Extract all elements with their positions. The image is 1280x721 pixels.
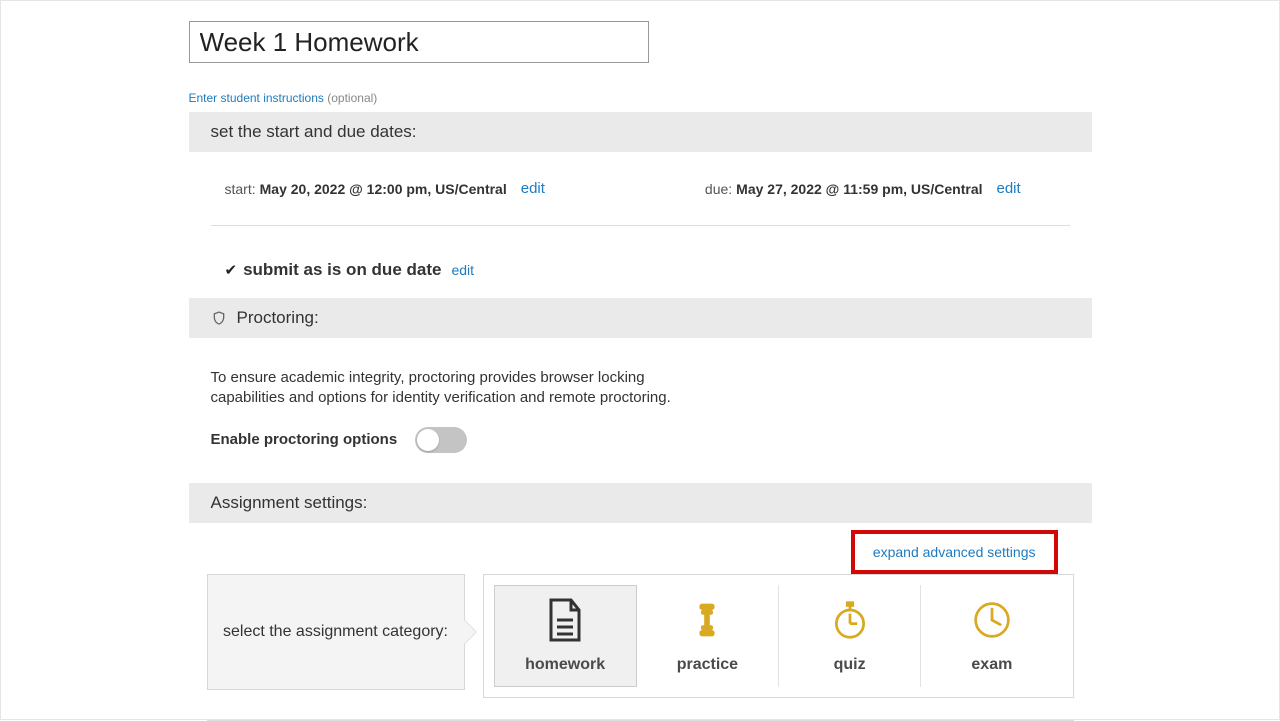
dates-row: start: May 20, 2022 @ 12:00 pm, US/Centr… [189, 152, 1092, 225]
category-label-box: select the assignment category: [207, 574, 465, 690]
expand-advanced-settings-link[interactable]: expand advanced settings [851, 530, 1058, 574]
category-homework-label: homework [525, 656, 605, 674]
start-date-label: start: [225, 181, 256, 197]
start-date-block: start: May 20, 2022 @ 12:00 pm, US/Centr… [225, 180, 545, 197]
category-label: select the assignment category: [223, 623, 448, 641]
proctoring-toggle-label: Enable proctoring options [211, 431, 398, 448]
proctoring-section-header: Proctoring: [189, 298, 1092, 338]
shield-icon [211, 310, 227, 326]
start-date-edit-link[interactable]: edit [521, 180, 545, 197]
checkmark-icon: ✔ [225, 261, 238, 279]
assignment-settings-header: Assignment settings: [189, 483, 1092, 523]
proctoring-toggle-row: Enable proctoring options [189, 409, 1092, 483]
proctoring-header-text: Proctoring: [237, 308, 319, 328]
dumbbell-icon [685, 598, 729, 642]
submit-row: ✔ submit as is on due date edit [189, 226, 1092, 298]
due-date-block: due: May 27, 2022 @ 11:59 pm, US/Central… [705, 180, 1021, 197]
category-practice[interactable]: practice [637, 585, 779, 687]
proctoring-toggle[interactable] [415, 427, 467, 453]
category-options: homework practice [483, 574, 1074, 698]
due-date-label: due: [705, 181, 732, 197]
category-row: select the assignment category: homework [189, 574, 1092, 698]
submit-as-is-text: submit as is on due date [243, 260, 441, 280]
due-date-edit-link[interactable]: edit [997, 180, 1021, 197]
category-homework[interactable]: homework [494, 585, 637, 687]
assignment-title-input[interactable] [189, 21, 649, 63]
stopwatch-icon [828, 598, 872, 642]
assignment-config-page: Enter student instructions (optional) se… [189, 1, 1092, 721]
student-instructions-link[interactable]: Enter student instructions [189, 91, 324, 105]
category-exam-label: exam [971, 656, 1012, 674]
dates-section-header: set the start and due dates: [189, 112, 1092, 152]
clock-icon [970, 598, 1014, 642]
instructions-optional-label: (optional) [327, 91, 377, 105]
category-exam[interactable]: exam [921, 585, 1062, 687]
category-quiz[interactable]: quiz [779, 585, 921, 687]
toggle-knob [417, 429, 439, 451]
advanced-settings-row: expand advanced settings [189, 530, 1092, 574]
submit-as-is-edit-link[interactable]: edit [451, 262, 474, 278]
instructions-row: Enter student instructions (optional) [189, 91, 1092, 105]
category-quiz-label: quiz [834, 656, 866, 674]
category-practice-label: practice [677, 656, 738, 674]
start-date-value: May 20, 2022 @ 12:00 pm, US/Central [260, 181, 507, 197]
due-date-value: May 27, 2022 @ 11:59 pm, US/Central [736, 181, 982, 197]
document-icon [543, 598, 587, 642]
proctoring-description: To ensure academic integrity, proctoring… [189, 338, 709, 409]
